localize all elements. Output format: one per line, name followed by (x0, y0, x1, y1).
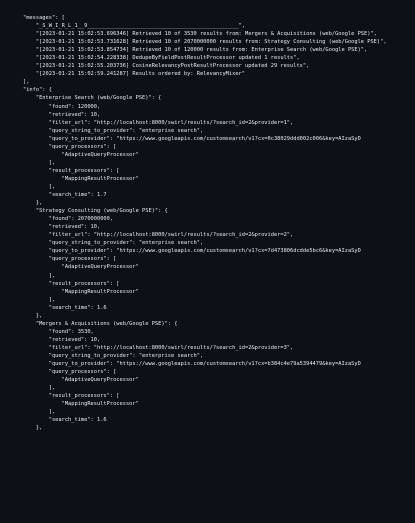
json-line: "AdaptiveQueryProcessor" (23, 151, 139, 158)
json-line: "search_time": 1.6 (23, 417, 107, 424)
json-line: "query_string_to_provider": "enterprise … (23, 127, 204, 134)
json-line: "filter_url": "http://localhost:8000/swi… (23, 344, 294, 351)
json-line (23, 465, 415, 473)
json-line: }, (23, 312, 43, 319)
json-line (23, 489, 415, 497)
json-line: ], (23, 385, 56, 392)
json-line: "MappingResultProcessor" (23, 401, 139, 408)
json-response-viewer: "messages": [ "_S_W_I_R_L_1__9__________… (0, 0, 415, 523)
json-line: ], (23, 159, 56, 166)
json-line: "[2023-01-21 15:02:53.696346] Retrieved … (23, 31, 377, 38)
json-line: "_S_W_I_R_L_1__9________________________… (23, 23, 245, 30)
json-line: ], (23, 409, 56, 416)
json-line: "found": 2070000000, (23, 216, 114, 223)
json-line: "[2023-01-21 15:02:55.203736] CosineRele… (23, 63, 310, 70)
json-line: "AdaptiveQueryProcessor" (23, 264, 139, 271)
json-line: "query_processors": [ (23, 369, 117, 376)
json-line: }, (23, 425, 43, 432)
json-line: ], (23, 296, 56, 303)
json-line: "retrieved": 10, (23, 224, 101, 231)
json-line: "Strategy Consulting (web/Google PSE)": … (23, 208, 168, 215)
json-line (23, 440, 415, 448)
json-line (23, 481, 415, 489)
json-line: "[2023-01-21 15:02:53.731628] Retrieved … (23, 39, 387, 46)
json-line (23, 432, 415, 440)
json-line: "result_processors": [ (23, 393, 120, 400)
json-line: "query_string_to_provider": "enterprise … (23, 240, 204, 247)
json-line: "result_processors": [ (23, 280, 120, 287)
json-line: "filter_url": "http://localhost:8000/swi… (23, 232, 294, 239)
json-line: "query_to_provider": "https://www.google… (23, 248, 361, 255)
json-line: "Enterprise Search (web/Google PSE)": { (23, 95, 162, 102)
json-line: "MappingResultProcessor" (23, 288, 139, 295)
json-line: "filter_url": "http://localhost:8000/swi… (23, 119, 294, 126)
json-line: "query_processors": [ (23, 143, 117, 150)
json-line: "messages": [ (23, 15, 65, 21)
json-line: "info": { (23, 87, 52, 94)
json-line: ], (23, 79, 30, 86)
json-line: "query_processors": [ (23, 256, 117, 263)
json-line: "query_to_provider": "https://www.google… (23, 135, 361, 142)
json-line: "[2023-01-21 15:02:59.241287] Results or… (23, 71, 245, 78)
json-line: "query_string_to_provider": "enterprise … (23, 352, 204, 359)
json-line (23, 513, 415, 521)
json-line (23, 497, 415, 505)
json-line: "[2023-01-21 15:02:53.854734] Retrieved … (23, 47, 368, 54)
json-line: "Mergers & Acquisitions (web/Google PSE)… (23, 320, 178, 327)
json-line: "retrieved": 10, (23, 336, 101, 343)
json-line: "AdaptiveQueryProcessor" (23, 377, 139, 384)
json-line: "retrieved": 10, (23, 111, 101, 118)
json-line: }, (23, 200, 43, 207)
json-line (23, 449, 415, 457)
json-line: "[2023-01-21 15:02:54.228338] DedupeByFi… (23, 55, 300, 62)
json-line: "search_time": 1.7 (23, 192, 107, 199)
json-line: "found": 3530, (23, 328, 94, 335)
json-line: "query_to_provider": "https://www.google… (23, 361, 361, 368)
json-line (23, 505, 415, 513)
json-line: "search_time": 1.6 (23, 304, 107, 311)
json-line: ], (23, 183, 56, 190)
json-line: ], (23, 272, 56, 279)
json-line: "result_processors": [ (23, 167, 120, 174)
json-line (23, 457, 415, 465)
json-line: "MappingResultProcessor" (23, 175, 139, 182)
json-line: "found": 120000, (23, 103, 101, 110)
json-line (23, 473, 415, 481)
